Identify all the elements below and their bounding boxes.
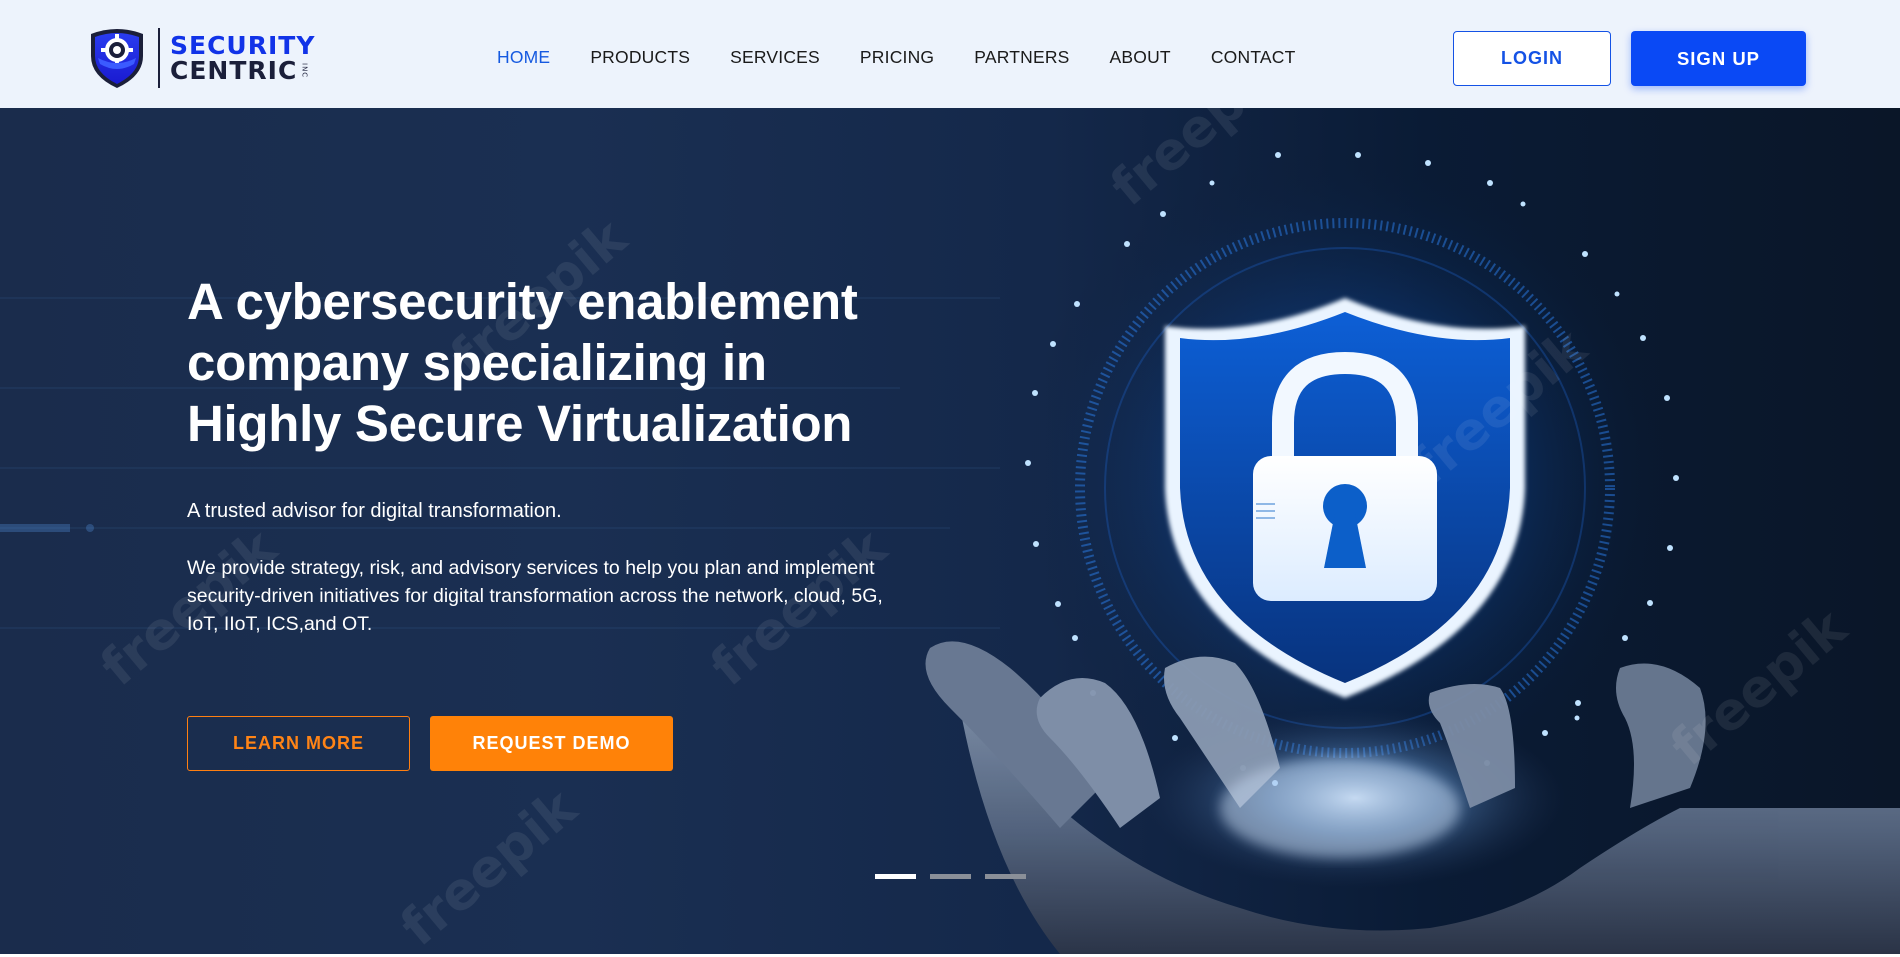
main-nav: HOME PRODUCTS SERVICES PRICING PARTNERS … xyxy=(497,47,1336,68)
logo-inc: INC xyxy=(300,62,309,79)
logo-line2: CENTRIC xyxy=(170,56,298,85)
logo-line1: SECURITY xyxy=(170,31,316,60)
site-header: SECURITY CENTRIC INC HOME PRODUCTS SERVI… xyxy=(0,0,1900,108)
logo-wordmark: SECURITY CENTRIC INC xyxy=(170,33,315,83)
nav-about[interactable]: ABOUT xyxy=(1110,47,1171,68)
logo-divider xyxy=(158,28,160,88)
nav-products[interactable]: PRODUCTS xyxy=(590,47,690,68)
nav-home[interactable]: HOME xyxy=(497,47,550,68)
learn-more-button[interactable]: LEARN MORE xyxy=(187,716,410,771)
carousel-indicators xyxy=(875,874,1026,879)
hand-holding-shield-lock-icon: freepik freepik freepik freepik freepik … xyxy=(0,108,1900,954)
nav-contact[interactable]: CONTACT xyxy=(1211,47,1296,68)
shield-gear-logo-icon xyxy=(91,29,143,88)
nav-pricing[interactable]: PRICING xyxy=(860,47,934,68)
sign-up-button[interactable]: SIGN UP xyxy=(1631,31,1806,86)
hero-title: A cybersecurity enablement company speci… xyxy=(187,273,858,452)
login-button[interactable]: LOGIN xyxy=(1453,31,1611,86)
carousel-dot-1[interactable] xyxy=(875,874,916,879)
carousel-dot-3[interactable] xyxy=(985,874,1026,879)
request-demo-button[interactable]: REQUEST DEMO xyxy=(430,716,673,771)
brand-logo[interactable]: SECURITY CENTRIC INC xyxy=(86,26,315,90)
watermark-7: freepik xyxy=(390,777,589,954)
hero-tagline: A trusted advisor for digital transforma… xyxy=(187,500,562,522)
nav-partners[interactable]: PARTNERS xyxy=(974,47,1069,68)
nav-services[interactable]: SERVICES xyxy=(730,47,820,68)
hero-description: We provide strategy, risk, and advisory … xyxy=(187,557,883,635)
hero-banner: freepik freepik freepik freepik freepik … xyxy=(0,108,1900,954)
carousel-dot-2[interactable] xyxy=(930,874,971,879)
